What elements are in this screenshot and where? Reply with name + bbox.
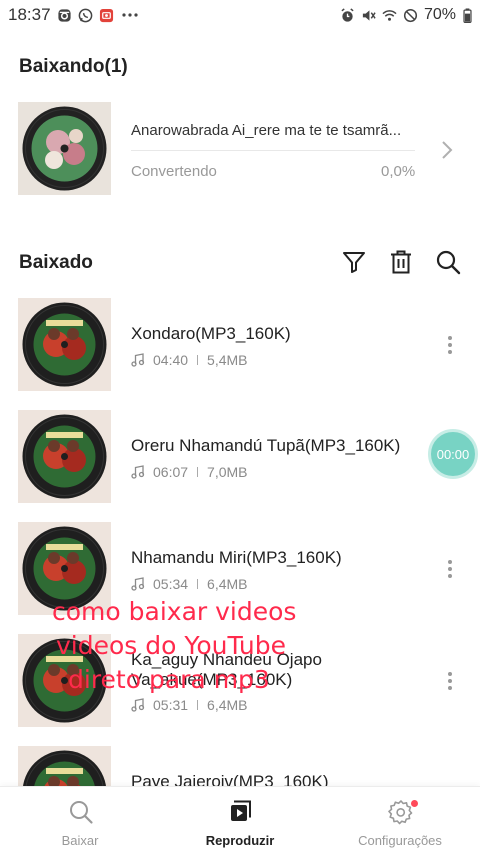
status-right: 70%	[340, 6, 472, 24]
item-duration: 05:31	[153, 697, 189, 713]
alarm-icon	[340, 7, 355, 23]
item-title: Oreru Nhamandú Tupã(MP3_160K)	[131, 436, 401, 455]
item-size: 6,4MB	[207, 697, 248, 713]
more-icon	[120, 8, 140, 23]
search-icon[interactable]	[435, 249, 461, 275]
downloading-item[interactable]: Anarowabrada Ai_rere ma te te tsamrã... …	[0, 100, 480, 198]
downloading-section-title: Baixando(1)	[19, 56, 128, 77]
item-size: 6,4MB	[207, 576, 248, 592]
overlay-caption-line3: direto para mp3	[68, 665, 270, 694]
nav-configuracoes-label: Configurações	[358, 833, 442, 848]
no-disturb-icon	[403, 8, 418, 23]
play-icon	[231, 800, 251, 821]
wifi-icon	[382, 8, 397, 23]
nav-configuracoes[interactable]: Configurações	[320, 787, 480, 854]
meta-separator	[197, 355, 199, 365]
nav-reproduzir-label: Reproduzir	[205, 833, 275, 848]
floating-timer-bubble[interactable]: 00:00	[428, 429, 478, 479]
trash-icon[interactable]	[388, 249, 414, 275]
downloading-item-title: Anarowabrada Ai_rere ma te te tsamrã...	[131, 122, 402, 139]
notification-dot	[411, 800, 418, 807]
item-meta: 04:40 5,4MB	[131, 352, 248, 368]
item-title: Xondaro(MP3_160K)	[131, 324, 291, 343]
item-meta: 05:34 6,4MB	[131, 576, 248, 592]
list-item[interactable]: Oreru Nhamandú Tupã(MP3_160K) 06:07 7,0M…	[0, 410, 480, 506]
item-title: Nhamandu Miri(MP3_160K)	[131, 548, 342, 567]
downloading-divider	[131, 150, 415, 151]
meta-separator	[197, 467, 199, 477]
item-duration: 06:07	[153, 464, 189, 480]
more-options-icon[interactable]	[440, 558, 460, 580]
status-bar: 18:37 70%	[0, 0, 480, 30]
overlay-caption-line2: videos do YouTube	[56, 631, 287, 660]
meta-separator	[197, 700, 199, 710]
item-size: 5,4MB	[207, 352, 248, 368]
item-meta: 06:07 7,0MB	[131, 464, 248, 480]
nav-baixar-label: Baixar	[61, 833, 99, 848]
item-meta: 05:31 6,4MB	[131, 697, 248, 713]
downloading-item-progress: 0,0%	[381, 163, 416, 180]
album-art	[18, 298, 111, 391]
overlay-caption: como baixar videos videos do YouTube dir…	[0, 595, 480, 697]
bottom-nav: Baixar Reproduzir Configurações	[0, 786, 480, 854]
downloaded-section-title: Baixado	[19, 252, 93, 273]
downloading-item-status: Convertendo	[131, 163, 217, 180]
item-size: 7,0MB	[207, 464, 248, 480]
item-duration: 05:34	[153, 576, 189, 592]
music-note-icon	[131, 465, 145, 479]
battery-percent: 70%	[423, 6, 456, 23]
meta-separator	[197, 579, 199, 589]
mute-icon	[361, 8, 376, 23]
search-icon	[70, 801, 93, 824]
more-options-icon[interactable]	[440, 334, 460, 356]
nav-baixar[interactable]: Baixar	[0, 787, 160, 854]
item-duration: 04:40	[153, 352, 189, 368]
music-note-icon	[131, 353, 145, 367]
music-note-icon	[131, 577, 145, 591]
list-item[interactable]: Xondaro(MP3_160K) 04:40 5,4MB	[0, 298, 480, 394]
status-time: 18:37	[8, 5, 51, 24]
album-art	[18, 410, 111, 503]
overlay-caption-line1: como baixar videos	[52, 597, 297, 626]
nav-reproduzir[interactable]: Reproduzir	[160, 787, 320, 854]
filter-icon[interactable]	[341, 249, 367, 275]
music-note-icon	[131, 698, 145, 712]
battery-icon	[462, 7, 472, 23]
whatsapp-icon	[78, 8, 93, 23]
chevron-right-icon[interactable]	[438, 140, 456, 160]
photo-notification-icon	[99, 8, 114, 23]
status-left: 18:37	[8, 5, 140, 25]
instagram-icon	[57, 8, 72, 23]
downloading-album-art	[18, 102, 111, 195]
